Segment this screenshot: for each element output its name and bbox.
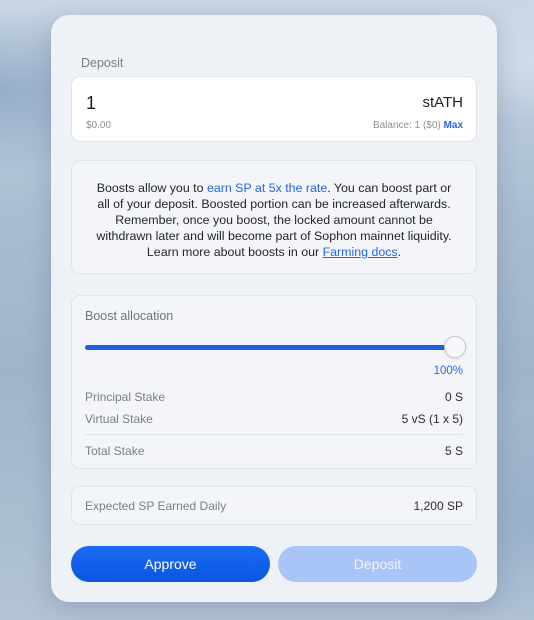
virtual-stake-value: 5 vS (1 x 5)	[401, 412, 463, 426]
farming-docs-link[interactable]: Farming docs	[323, 245, 398, 259]
principal-stake-value: 0 S	[444, 390, 463, 404]
expected-sp-value: 1,200 SP	[413, 499, 463, 513]
boost-allocation-card: Boost allocation 100% Principal Stake 0 …	[71, 295, 477, 469]
deposit-button[interactable]: Deposit	[278, 546, 477, 582]
max-button[interactable]: Max	[444, 120, 463, 131]
virtual-stake-label: Virtual Stake	[85, 412, 153, 426]
boost-slider-track[interactable]	[85, 345, 455, 350]
principal-stake-label: Principal Stake	[85, 390, 166, 404]
boost-slider-handle[interactable]	[444, 336, 466, 358]
total-stake-value: 5 S	[444, 444, 463, 458]
total-stake-label: Total Stake	[85, 444, 145, 458]
expected-sp-card: Expected SP Earned Daily 1,200 SP	[71, 486, 477, 525]
boost-info-box: Boosts allow you to earn SP at 5x the ra…	[71, 160, 477, 274]
usd-value: $0.00	[86, 120, 112, 131]
boost-allocation-title: Boost allocation	[85, 309, 174, 323]
boost-slider-fill	[85, 345, 455, 350]
info-text-1: Boosts allow you to	[96, 181, 207, 195]
expected-sp-label: Expected SP Earned Daily	[85, 499, 227, 513]
token-symbol: stATH	[422, 94, 463, 111]
balance-text: Balance: 1 ($0)	[372, 120, 441, 131]
deposit-amount-input[interactable]	[86, 93, 336, 114]
approve-button[interactable]: Approve	[71, 546, 270, 582]
divider	[85, 434, 463, 435]
boost-deposit-modal: Deposit stATH $0.00 Balance: 1 ($0) Max …	[51, 15, 497, 602]
info-highlight: earn SP at 5x the rate	[206, 181, 328, 195]
deposit-label: Deposit	[81, 56, 124, 70]
info-text-3: .	[397, 245, 402, 259]
deposit-input-card: stATH $0.00 Balance: 1 ($0) Max	[71, 76, 477, 142]
boost-percent: 100%	[433, 365, 463, 377]
balance-info: Balance: 1 ($0) Max	[373, 120, 463, 131]
